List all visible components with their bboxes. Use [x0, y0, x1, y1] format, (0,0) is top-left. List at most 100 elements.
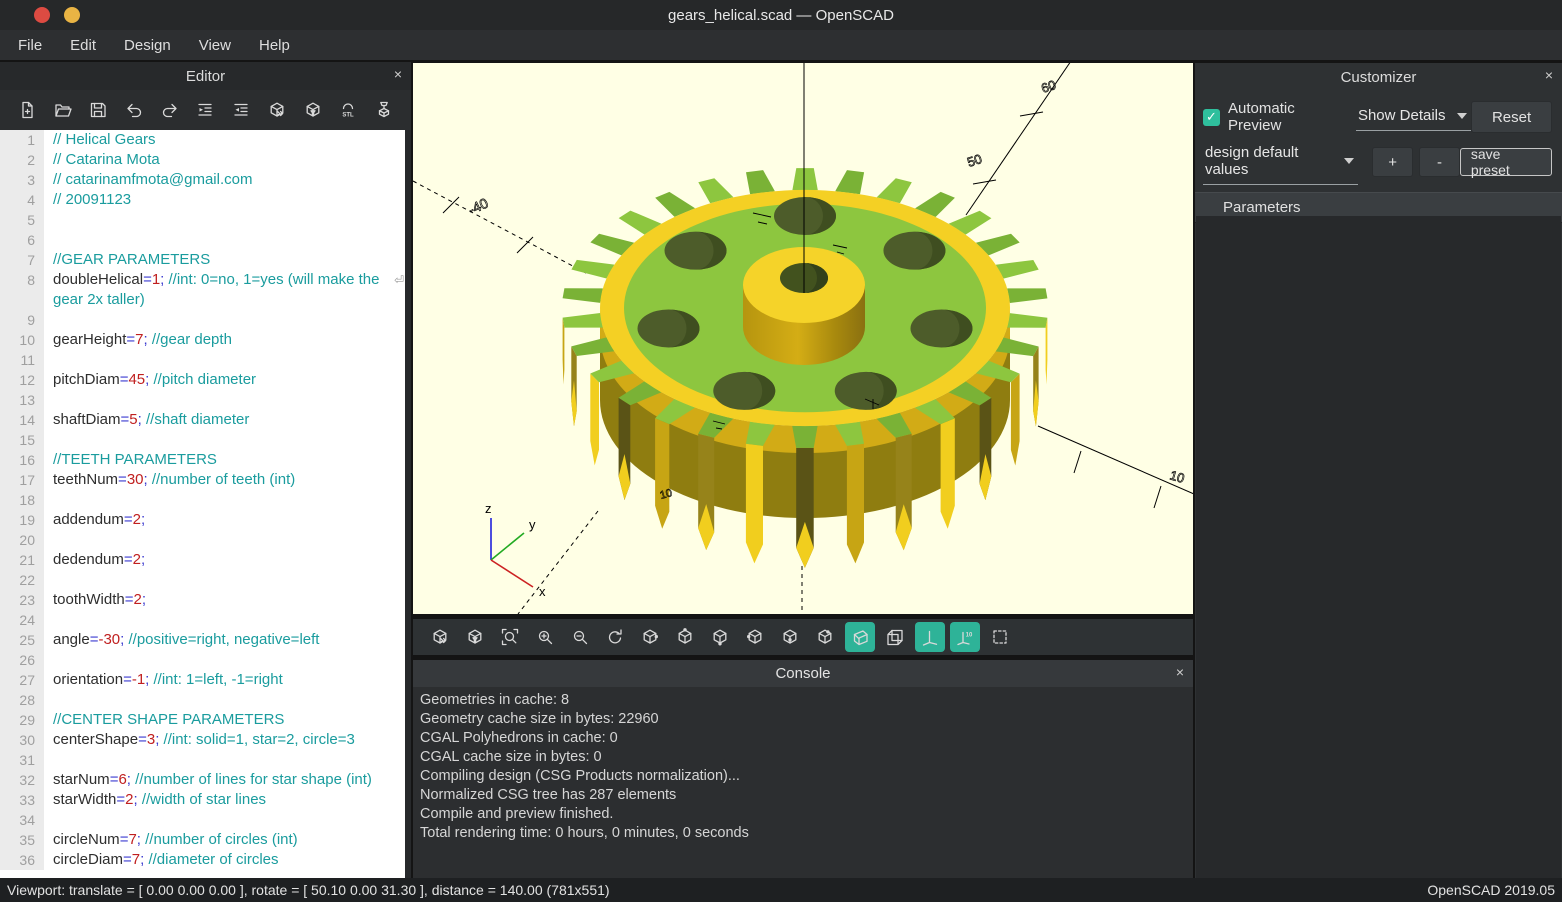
menu-item-file[interactable]: File [4, 33, 56, 58]
line-number: 29 [0, 710, 44, 730]
line-number: 11 [0, 350, 44, 370]
show-details-dropdown[interactable]: Show Details [1356, 103, 1471, 131]
automatic-preview-checkbox[interactable]: ✓ [1203, 109, 1220, 126]
code-line-31: 31 [0, 750, 405, 770]
editor-toolbar: STL [0, 90, 411, 130]
indent-icon[interactable] [190, 96, 220, 124]
line-number: 25 [0, 630, 44, 650]
axis-label-z: z [485, 501, 492, 516]
save-icon[interactable] [83, 96, 113, 124]
line-number: 7 [0, 250, 44, 270]
render-icon[interactable] [298, 96, 328, 124]
code-line-5: 5 [0, 210, 405, 230]
line-number: 22 [0, 570, 44, 590]
export-stl-icon[interactable]: STL [333, 96, 363, 124]
zoom-in-icon[interactable] [530, 622, 560, 652]
show-scale-markers-icon[interactable]: 10 [950, 622, 980, 652]
window-minimize-button[interactable] [64, 7, 80, 23]
preset-dropdown[interactable]: design default values [1203, 140, 1358, 185]
line-number: 3 [0, 170, 44, 190]
chevron-down-icon [1457, 113, 1467, 119]
line-number: 4 [0, 190, 44, 210]
zoom-out-icon[interactable] [565, 622, 595, 652]
code-line-30: 30centerShape=3; //int: solid=1, star=2,… [0, 730, 405, 750]
console-close-icon[interactable]: × [1176, 665, 1184, 679]
menu-item-edit[interactable]: Edit [56, 33, 110, 58]
view-bottom-icon[interactable] [705, 622, 735, 652]
redo-icon[interactable] [155, 96, 185, 124]
open-icon[interactable] [48, 96, 78, 124]
code-line-7: 7//GEAR PARAMETERS [0, 250, 405, 270]
menu-item-help[interactable]: Help [245, 33, 304, 58]
orthogonal-icon[interactable] [880, 622, 910, 652]
code-line-25: 25angle=-30; //positive=right, negative=… [0, 630, 405, 650]
new-file-icon[interactable] [12, 96, 42, 124]
line-number: 26 [0, 650, 44, 670]
line-number: 15 [0, 430, 44, 450]
line-number: 34 [0, 810, 44, 830]
window-close-button[interactable] [34, 7, 50, 23]
code-editor[interactable]: 1// Helical Gears2// Catarina Mota3// ca… [0, 130, 405, 878]
show-axes-icon[interactable] [915, 622, 945, 652]
render-icon[interactable] [460, 622, 490, 652]
line-number: 30 [0, 730, 44, 750]
code-line-3: 3// catarinamfmota@gmail.com [0, 170, 405, 190]
show-crosshairs-icon[interactable] [985, 622, 1015, 652]
code-line-8: 8doubleHelical=1; //int: 0=no, 1=yes (wi… [0, 270, 405, 310]
menu-bar: FileEditDesignViewHelp [0, 30, 1562, 60]
editor-close-icon[interactable]: × [394, 67, 402, 81]
line-number: 5 [0, 210, 44, 230]
code-line-18: 18 [0, 490, 405, 510]
code-line-14: 14shaftDiam=5; //shaft diameter [0, 410, 405, 430]
line-number: 27 [0, 670, 44, 690]
preview-icon[interactable] [425, 622, 455, 652]
console-line: CGAL Polyhedrons in cache: 0 [420, 729, 1186, 748]
view-back-icon[interactable] [810, 622, 840, 652]
code-line-34: 34 [0, 810, 405, 830]
line-number: 23 [0, 590, 44, 610]
zoom-all-icon[interactable] [495, 622, 525, 652]
code-line-15: 15 [0, 430, 405, 450]
line-number: 32 [0, 770, 44, 790]
line-number: 35 [0, 830, 44, 850]
preview-icon[interactable] [262, 96, 292, 124]
remove-preset-button[interactable]: - [1419, 147, 1460, 177]
viewport-toolbar: 10 [413, 619, 1193, 655]
reset-view-icon[interactable] [600, 622, 630, 652]
view-front-icon[interactable] [775, 622, 805, 652]
line-number: 28 [0, 690, 44, 710]
line-number: 13 [0, 390, 44, 410]
code-line-27: 27orientation=-1; //int: 1=left, -1=righ… [0, 670, 405, 690]
add-preset-button[interactable]: + [1372, 147, 1413, 177]
line-number: 2 [0, 150, 44, 170]
code-line-29: 29//CENTER SHAPE PARAMETERS [0, 710, 405, 730]
customizer-close-icon[interactable]: × [1545, 68, 1553, 82]
line-number: 20 [0, 530, 44, 550]
undo-icon[interactable] [119, 96, 149, 124]
menu-item-view[interactable]: View [185, 33, 245, 58]
console-line: CGAL cache size in bytes: 0 [420, 748, 1186, 767]
menu-item-design[interactable]: Design [110, 33, 185, 58]
view-right-icon[interactable] [635, 622, 665, 652]
code-line-9: 9 [0, 310, 405, 330]
console-header: Console × [413, 660, 1193, 687]
reset-button[interactable]: Reset [1471, 101, 1552, 133]
code-line-32: 32starNum=6; //number of lines for star … [0, 770, 405, 790]
perspective-icon[interactable] [845, 622, 875, 652]
view-top-icon[interactable] [670, 622, 700, 652]
print-3d-icon[interactable] [369, 96, 399, 124]
code-line-28: 28 [0, 690, 405, 710]
console-log[interactable]: Geometries in cache: 8Geometry cache siz… [413, 687, 1193, 847]
line-number: 8 [0, 270, 44, 310]
3d-viewport[interactable]: -40 50 60 10 10 z y x [413, 63, 1193, 614]
save-preset-button[interactable]: save preset [1460, 148, 1552, 176]
view-left-icon[interactable] [740, 622, 770, 652]
axis-label-y: y [529, 517, 536, 532]
unindent-icon[interactable] [226, 96, 256, 124]
editor-panel: Editor × STL 1// Helical Gears2// Catari… [0, 62, 411, 878]
console-line: Compiling design (CSG Products normaliza… [420, 767, 1186, 786]
line-number: 36 [0, 850, 44, 870]
code-line-21: 21dedendum=2; [0, 550, 405, 570]
line-number: 18 [0, 490, 44, 510]
console-line: Compile and preview finished. [420, 805, 1186, 824]
